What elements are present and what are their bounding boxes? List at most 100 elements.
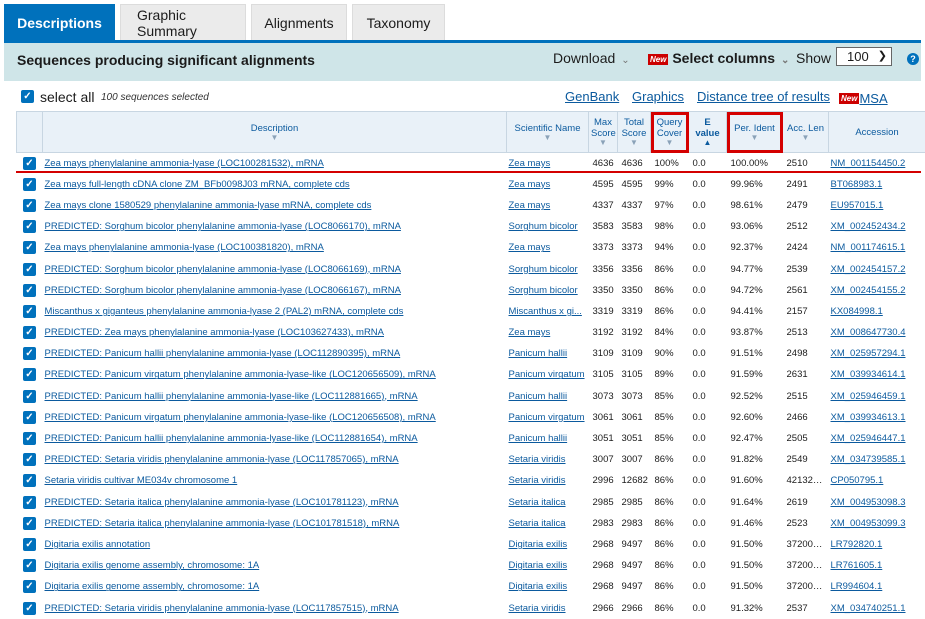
- row-scientific-name-link[interactable]: Setaria viridis: [507, 470, 589, 491]
- row-scientific-name-link[interactable]: Setaria viridis: [507, 449, 589, 470]
- checkbox-checked-icon[interactable]: ✓: [23, 538, 36, 551]
- row-description-link[interactable]: PREDICTED: Setaria italica phenylalanine…: [43, 492, 507, 513]
- header-total-score[interactable]: Total Score▼: [618, 112, 651, 153]
- header-per-ident[interactable]: Per. Ident▼: [727, 112, 783, 153]
- row-scientific-name-link[interactable]: Panicum virgatum: [507, 364, 589, 385]
- row-accession-link[interactable]: LR792820.1: [829, 534, 925, 555]
- row-accession-link[interactable]: CP050795.1: [829, 470, 925, 491]
- row-checkbox[interactable]: ✓: [17, 492, 43, 513]
- help-icon[interactable]: ?: [907, 53, 919, 65]
- distance-tree-link[interactable]: Distance tree of results: [697, 89, 830, 104]
- row-checkbox[interactable]: ✓: [17, 195, 43, 216]
- checkbox-checked-icon[interactable]: ✓: [23, 368, 36, 381]
- checkbox-checked-icon[interactable]: ✓: [23, 453, 36, 466]
- row-scientific-name-link[interactable]: Setaria viridis: [507, 597, 589, 618]
- row-description-link[interactable]: PREDICTED: Panicum hallii phenylalanine …: [43, 428, 507, 449]
- row-checkbox[interactable]: ✓: [17, 216, 43, 237]
- row-checkbox[interactable]: ✓: [17, 534, 43, 555]
- row-checkbox[interactable]: ✓: [17, 237, 43, 258]
- row-accession-link[interactable]: LR761605.1: [829, 555, 925, 576]
- row-accession-link[interactable]: XM_025946447.1: [829, 428, 925, 449]
- row-checkbox[interactable]: ✓: [17, 555, 43, 576]
- header-scientific-name[interactable]: Scientific Name▼: [507, 112, 589, 153]
- checkbox-checked-icon[interactable]: ✓: [23, 347, 36, 360]
- row-description-link[interactable]: Miscanthus x giganteus phenylalanine amm…: [43, 301, 507, 322]
- select-columns-button[interactable]: New Select columns⌄: [648, 50, 789, 66]
- row-scientific-name-link[interactable]: Panicum hallii: [507, 386, 589, 407]
- checkbox-checked-icon[interactable]: ✓: [23, 559, 36, 572]
- header-accession[interactable]: Accession: [829, 112, 925, 153]
- row-description-link[interactable]: PREDICTED: Setaria viridis phenylalanine…: [43, 449, 507, 470]
- row-accession-link[interactable]: XM_025957294.1: [829, 343, 925, 364]
- row-checkbox[interactable]: ✓: [17, 470, 43, 491]
- row-checkbox[interactable]: ✓: [17, 407, 43, 428]
- checkbox-checked-icon[interactable]: ✓: [23, 411, 36, 424]
- row-checkbox[interactable]: ✓: [17, 301, 43, 322]
- row-accession-link[interactable]: XM_002454157.2: [829, 258, 925, 279]
- row-scientific-name-link[interactable]: Panicum virgatum: [507, 407, 589, 428]
- row-scientific-name-link[interactable]: Zea mays: [507, 195, 589, 216]
- checkbox-checked-icon[interactable]: ✓: [23, 496, 36, 509]
- row-accession-link[interactable]: XM_025946459.1: [829, 386, 925, 407]
- row-checkbox[interactable]: ✓: [17, 174, 43, 195]
- row-scientific-name-link[interactable]: Sorghum bicolor: [507, 280, 589, 301]
- show-count-select[interactable]: 100❯: [836, 47, 892, 66]
- header-query-cover[interactable]: Query Cover▼: [651, 112, 689, 153]
- checkbox-checked-icon[interactable]: ✓: [23, 474, 36, 487]
- row-accession-link[interactable]: XM_002454155.2: [829, 280, 925, 301]
- row-description-link[interactable]: Digitaria exilis genome assembly, chromo…: [43, 555, 507, 576]
- row-accession-link[interactable]: KX084998.1: [829, 301, 925, 322]
- row-accession-link[interactable]: NM_001174615.1: [829, 237, 925, 258]
- row-scientific-name-link[interactable]: Setaria italica: [507, 513, 589, 534]
- row-checkbox[interactable]: ✓: [17, 343, 43, 364]
- row-description-link[interactable]: PREDICTED: Panicum virgatum phenylalanin…: [43, 407, 507, 428]
- row-accession-link[interactable]: XM_004953099.3: [829, 513, 925, 534]
- row-description-link[interactable]: PREDICTED: Sorghum bicolor phenylalanine…: [43, 258, 507, 279]
- checkbox-checked-icon[interactable]: ✓: [23, 241, 36, 254]
- row-description-link[interactable]: PREDICTED: Sorghum bicolor phenylalanine…: [43, 216, 507, 237]
- checkbox-checked-icon[interactable]: ✓: [23, 178, 36, 191]
- select-all-checkbox[interactable]: ✓: [21, 90, 34, 103]
- row-scientific-name-link[interactable]: Panicum hallii: [507, 428, 589, 449]
- tab-taxonomy[interactable]: Taxonomy: [352, 4, 445, 41]
- row-scientific-name-link[interactable]: Zea mays: [507, 322, 589, 343]
- row-scientific-name-link[interactable]: Sorghum bicolor: [507, 216, 589, 237]
- header-e-value[interactable]: E value▲: [689, 112, 727, 153]
- row-description-link[interactable]: Zea mays phenylalanine ammonia-lyase (LO…: [43, 237, 507, 258]
- row-scientific-name-link[interactable]: Digitaria exilis: [507, 534, 589, 555]
- row-checkbox[interactable]: ✓: [17, 364, 43, 385]
- row-checkbox[interactable]: ✓: [17, 513, 43, 534]
- row-checkbox[interactable]: ✓: [17, 428, 43, 449]
- row-checkbox[interactable]: ✓: [17, 258, 43, 279]
- row-description-link[interactable]: Digitaria exilis annotation: [43, 534, 507, 555]
- row-checkbox[interactable]: ✓: [17, 386, 43, 407]
- header-acc-len[interactable]: Acc. Len▼: [783, 112, 829, 153]
- tab-graphic-summary[interactable]: Graphic Summary: [120, 4, 246, 41]
- row-checkbox[interactable]: ✓: [17, 449, 43, 470]
- graphics-link[interactable]: Graphics: [632, 89, 684, 104]
- header-max-score[interactable]: Max Score▼: [589, 112, 618, 153]
- row-description-link[interactable]: PREDICTED: Setaria viridis phenylalanine…: [43, 597, 507, 618]
- row-checkbox[interactable]: ✓: [17, 597, 43, 618]
- row-scientific-name-link[interactable]: Panicum hallii: [507, 343, 589, 364]
- row-accession-link[interactable]: XM_002452434.2: [829, 216, 925, 237]
- row-accession-link[interactable]: XM_039934614.1: [829, 364, 925, 385]
- row-description-link[interactable]: PREDICTED: Zea mays phenylalanine ammoni…: [43, 322, 507, 343]
- checkbox-checked-icon[interactable]: ✓: [23, 199, 36, 212]
- row-scientific-name-link[interactable]: Zea mays: [507, 174, 589, 195]
- tab-alignments[interactable]: Alignments: [251, 4, 347, 41]
- row-description-link[interactable]: PREDICTED: Sorghum bicolor phenylalanine…: [43, 280, 507, 301]
- row-accession-link[interactable]: EU957015.1: [829, 195, 925, 216]
- row-scientific-name-link[interactable]: Miscanthus x gi...: [507, 301, 589, 322]
- tab-descriptions[interactable]: Descriptions: [4, 4, 115, 41]
- row-description-link[interactable]: PREDICTED: Panicum hallii phenylalanine …: [43, 343, 507, 364]
- row-accession-link[interactable]: XM_034739585.1: [829, 449, 925, 470]
- row-description-link[interactable]: PREDICTED: Panicum hallii phenylalanine …: [43, 386, 507, 407]
- row-description-link[interactable]: Zea mays clone 1580529 phenylalanine amm…: [43, 195, 507, 216]
- row-scientific-name-link[interactable]: Digitaria exilis: [507, 555, 589, 576]
- row-checkbox[interactable]: ✓: [17, 280, 43, 301]
- checkbox-checked-icon[interactable]: ✓: [23, 580, 36, 593]
- checkbox-checked-icon[interactable]: ✓: [23, 157, 36, 170]
- row-accession-link[interactable]: LR994604.1: [829, 576, 925, 597]
- row-description-link[interactable]: PREDICTED: Panicum virgatum phenylalanin…: [43, 364, 507, 385]
